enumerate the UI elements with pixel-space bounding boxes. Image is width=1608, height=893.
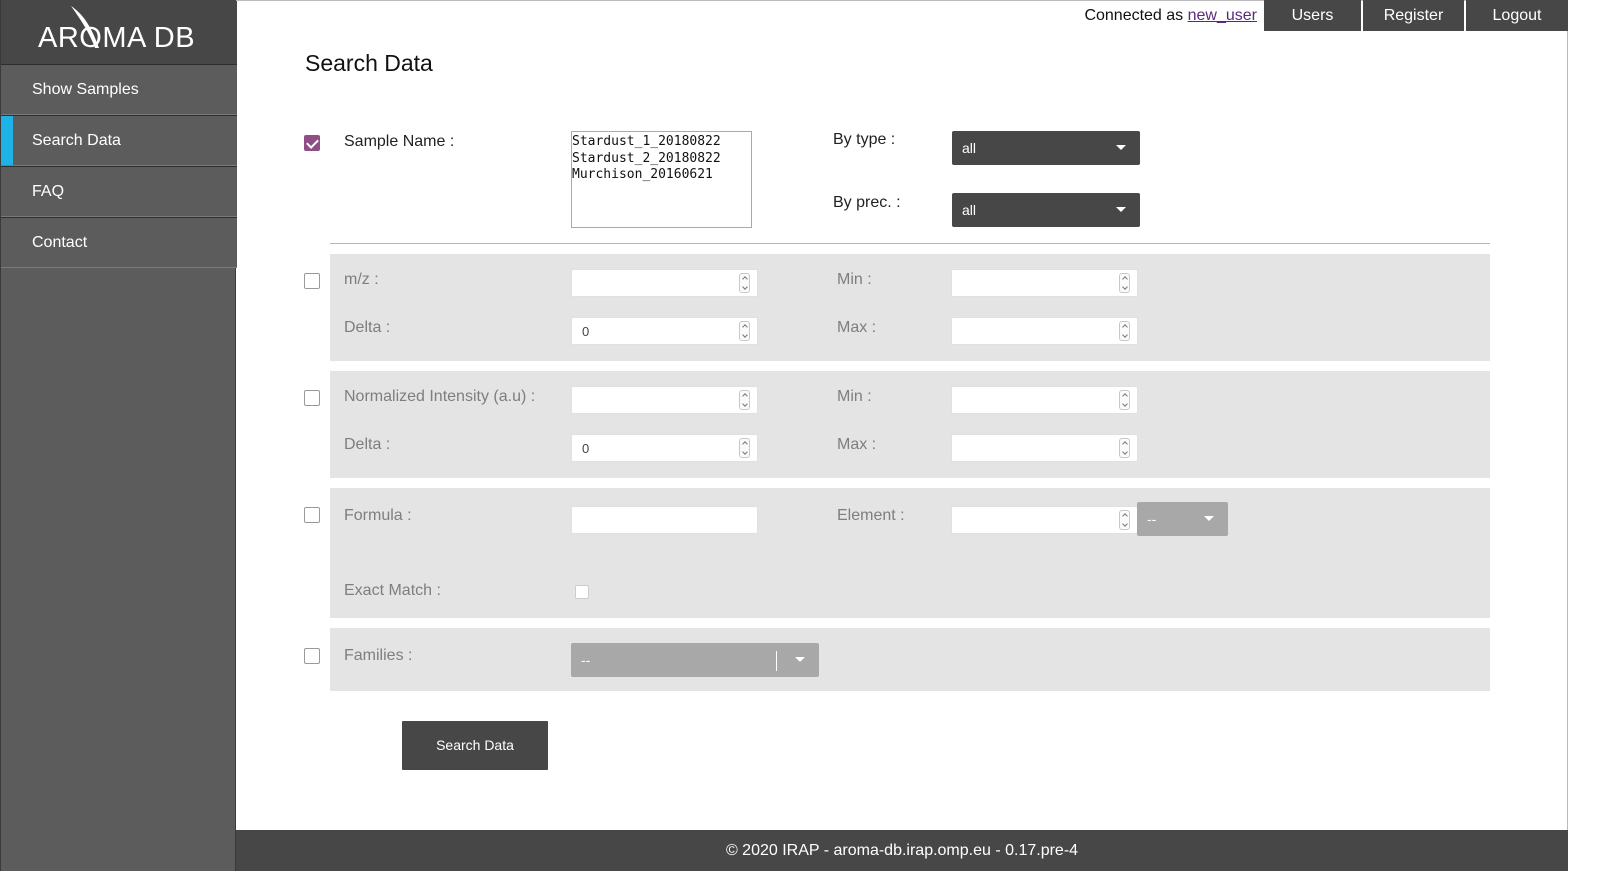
spinner-icon[interactable] — [739, 390, 750, 410]
families-select[interactable]: -- — [571, 643, 819, 677]
sidebar: AROMA DB Show Samples Search Data FAQ Co… — [0, 0, 237, 871]
mz-delta-input[interactable]: 0 — [571, 317, 758, 345]
intensity-delta-label: Delta : — [344, 436, 391, 453]
intensity-max-input[interactable] — [951, 434, 1138, 462]
families-panel — [330, 628, 1490, 691]
by-prec-select[interactable]: all — [952, 193, 1140, 227]
by-prec-label: By prec. : — [833, 194, 901, 211]
section-divider — [330, 243, 1490, 244]
spinner-icon[interactable] — [739, 438, 750, 458]
users-button[interactable]: Users — [1264, 0, 1361, 31]
spinner-icon[interactable] — [1119, 273, 1130, 293]
connected-prefix: Connected as — [1084, 6, 1184, 24]
sidebar-nav: Show Samples Search Data FAQ Contact — [1, 64, 237, 268]
sample-name-checkbox[interactable] — [304, 135, 320, 151]
mz-panel — [330, 254, 1490, 361]
by-type-value: all — [962, 140, 977, 156]
intensity-min-input[interactable] — [951, 386, 1138, 414]
chevron-down-icon — [1116, 207, 1126, 212]
mz-delta-label: Delta : — [344, 319, 391, 336]
intensity-label: Normalized Intensity (a.u) : — [344, 388, 536, 405]
by-type-label: By type : — [833, 131, 896, 148]
sample-name-listbox[interactable]: Stardust_1_20180822 Stardust_2_20180822 … — [571, 131, 752, 228]
mz-min-label: Min : — [837, 271, 872, 288]
chevron-down-icon — [1204, 516, 1214, 521]
chevron-down-icon — [1116, 145, 1126, 150]
families-checkbox[interactable] — [304, 648, 320, 664]
element-label: Element : — [837, 507, 905, 524]
mz-max-label: Max : — [837, 319, 877, 336]
exact-match-checkbox[interactable] — [575, 585, 589, 599]
by-prec-value: all — [962, 202, 977, 218]
mz-min-input[interactable] — [951, 269, 1138, 297]
mz-max-input[interactable] — [951, 317, 1138, 345]
exact-match-label: Exact Match : — [344, 582, 441, 599]
select-divider — [776, 651, 777, 671]
page-title: Search Data — [305, 50, 433, 76]
formula-label: Formula : — [344, 507, 412, 524]
sidebar-item-faq[interactable]: FAQ — [1, 166, 237, 217]
spinner-icon[interactable] — [1119, 510, 1130, 530]
element-input[interactable] — [951, 506, 1138, 534]
mz-checkbox[interactable] — [304, 273, 320, 289]
mz-delta-value: 0 — [582, 324, 590, 339]
logout-button[interactable]: Logout — [1466, 0, 1568, 31]
sample-option[interactable]: Stardust_2_20180822 — [572, 151, 751, 168]
formula-checkbox[interactable] — [304, 507, 320, 523]
spinner-icon[interactable] — [1119, 438, 1130, 458]
chevron-down-icon — [795, 657, 805, 662]
mz-label: m/z : — [344, 271, 379, 288]
logo[interactable]: AROMA DB — [1, 0, 237, 64]
sidebar-item-show-samples[interactable]: Show Samples — [1, 64, 237, 115]
spinner-icon[interactable] — [1119, 390, 1130, 410]
connected-status: Connected as new_user — [1084, 7, 1257, 25]
logo-text: AROMA DB — [38, 22, 196, 54]
sample-option[interactable]: Murchison_20160621 — [572, 167, 751, 184]
by-type-select[interactable]: all — [952, 131, 1140, 165]
spinner-icon[interactable] — [739, 321, 750, 341]
sidebar-item-contact[interactable]: Contact — [1, 217, 237, 268]
intensity-delta-value: 0 — [582, 441, 590, 456]
formula-panel — [330, 488, 1490, 618]
intensity-max-label: Max : — [837, 436, 877, 453]
families-label: Families : — [344, 647, 413, 664]
spinner-icon[interactable] — [739, 273, 750, 293]
sidebar-item-search-data[interactable]: Search Data — [1, 115, 237, 166]
mz-input[interactable] — [571, 269, 758, 297]
spinner-icon[interactable] — [1119, 321, 1130, 341]
intensity-checkbox[interactable] — [304, 390, 320, 406]
register-button[interactable]: Register — [1363, 0, 1464, 31]
footer: © 2020 IRAP - aroma-db.irap.omp.eu - 0.1… — [236, 830, 1568, 871]
element-select[interactable]: -- — [1137, 502, 1228, 536]
intensity-input[interactable] — [571, 386, 758, 414]
element-select-value: -- — [1147, 511, 1157, 527]
sample-option[interactable]: Stardust_1_20180822 — [572, 134, 751, 151]
right-border — [1567, 0, 1568, 871]
username-link[interactable]: new_user — [1188, 7, 1257, 24]
sample-name-label: Sample Name : — [344, 133, 455, 150]
intensity-delta-input[interactable]: 0 — [571, 434, 758, 462]
intensity-min-label: Min : — [837, 388, 872, 405]
families-select-value: -- — [581, 652, 591, 668]
top-bar: Connected as new_user Users Register Log… — [1084, 0, 1568, 31]
formula-input[interactable] — [571, 506, 758, 534]
search-data-button[interactable]: Search Data — [402, 721, 548, 770]
